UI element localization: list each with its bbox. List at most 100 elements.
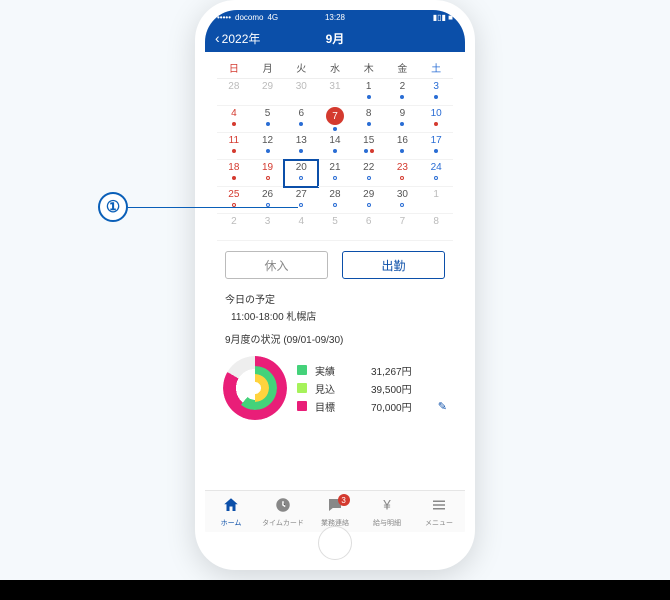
calendar-day[interactable]: 8 (352, 106, 386, 133)
calendar-day[interactable]: 14 (318, 133, 352, 160)
calendar-day-number: 5 (332, 216, 338, 228)
today-plan-section: 今日の予定 11:00-18:00 札幌店 (205, 287, 465, 327)
calendar-day[interactable]: 1 (419, 187, 453, 214)
calendar-dot-icon (367, 95, 371, 99)
calendar-day[interactable]: 21 (318, 160, 352, 187)
calendar-dot-icon (400, 149, 404, 153)
calendar-day[interactable]: 20 (284, 160, 318, 187)
calendar-day[interactable]: 28 (318, 187, 352, 214)
signal-dots-icon: ••••• (217, 13, 231, 22)
calendar-dot-icon (299, 203, 303, 207)
home-button-area (205, 532, 465, 560)
attend-button[interactable]: 出勤 (342, 251, 445, 279)
calendar-day[interactable]: 18 (217, 160, 251, 187)
edit-icon[interactable]: ✎ (438, 400, 447, 413)
tab-clock[interactable]: タイムカード (257, 491, 309, 532)
calendar-dow: 土 (419, 57, 453, 79)
legend-label: 見込 (315, 381, 345, 396)
back-button[interactable]: ‹ 2022年 (215, 30, 260, 47)
calendar-day[interactable]: 31 (318, 79, 352, 106)
calendar-day[interactable]: 11 (217, 133, 251, 160)
legend-swatch (297, 365, 307, 375)
calendar-day[interactable]: 29 (251, 79, 285, 106)
callout-line (128, 207, 298, 208)
calendar-dot-icon (367, 176, 371, 180)
calendar-dot-icon (299, 149, 303, 153)
calendar-day-number: 14 (329, 135, 340, 147)
status-bar: ••••• docomo 4G 13:28 ▮▯▮ ■ (205, 10, 465, 24)
legend-swatch (297, 383, 307, 393)
calendar-day[interactable]: 30 (284, 79, 318, 106)
calendar-day[interactable]: 28 (217, 79, 251, 106)
calendar-day[interactable]: 30 (386, 187, 420, 214)
calendar-day[interactable]: 7 (386, 214, 420, 241)
calendar-day[interactable]: 15 (352, 133, 386, 160)
calendar-day[interactable]: 12 (251, 133, 285, 160)
tab-label: 業務連絡 (321, 518, 349, 528)
tab-label: ホーム (221, 518, 242, 528)
calendar-day[interactable]: 7 (318, 106, 352, 133)
calendar-dot-icon (232, 149, 236, 153)
calendar-day-number: 8 (433, 216, 439, 228)
calendar-day[interactable]: 19 (251, 160, 285, 187)
calendar-day[interactable]: 8 (419, 214, 453, 241)
calendar-day-number: 15 (363, 135, 374, 147)
calendar-day[interactable]: 16 (386, 133, 420, 160)
calendar-day-number: 18 (228, 162, 239, 174)
calendar-dot-icon (333, 127, 337, 131)
tab-home[interactable]: ホーム (205, 491, 257, 532)
calendar-day[interactable]: 23 (386, 160, 420, 187)
calendar-dot-icon (434, 95, 438, 99)
calendar-day[interactable]: 2 (386, 79, 420, 106)
calendar-dow: 月 (251, 57, 285, 79)
calendar-day[interactable]: 4 (217, 106, 251, 133)
legend-row: 見込 39,500円 (297, 381, 447, 396)
calendar-dot-icon (367, 203, 371, 207)
calendar-day[interactable]: 5 (318, 214, 352, 241)
calendar-day-number: 4 (231, 108, 237, 120)
calendar-day[interactable]: 3 (419, 79, 453, 106)
calendar-dot-icon (299, 176, 303, 180)
clock-icon (274, 496, 292, 518)
calendar-day[interactable]: 9 (386, 106, 420, 133)
calendar-day[interactable]: 24 (419, 160, 453, 187)
calendar-dot-icon (434, 149, 438, 153)
tab-chat[interactable]: 業務連絡 3 (309, 491, 361, 532)
calendar-day-number: 2 (400, 81, 406, 93)
tab-menu[interactable]: メニュー (413, 491, 465, 532)
svg-text:¥: ¥ (382, 497, 391, 512)
calendar-dot-icon (333, 203, 337, 207)
donut-chart (223, 356, 287, 420)
calendar-day[interactable]: 29 (352, 187, 386, 214)
calendar-dow: 火 (284, 57, 318, 79)
carrier-label: docomo (235, 13, 263, 22)
calendar-day-number: 9 (400, 108, 406, 120)
calendar-day[interactable]: 1 (352, 79, 386, 106)
calendar-day-number: 17 (431, 135, 442, 147)
calendar-day[interactable]: 5 (251, 106, 285, 133)
calendar-day[interactable]: 6 (352, 214, 386, 241)
legend-label: 実績 (315, 363, 345, 378)
calendar-day-number: 12 (262, 135, 273, 147)
today-plan-body: 11:00-18:00 札幌店 (225, 308, 445, 323)
nav-header: ‹ 2022年 9月 (205, 24, 465, 52)
calendar-day[interactable]: 22 (352, 160, 386, 187)
calendar-dot-icon (232, 176, 236, 180)
status-time: 13:28 (325, 13, 345, 22)
calendar-day[interactable]: 6 (284, 106, 318, 133)
calendar-dot-icon (364, 149, 368, 153)
tab-yen[interactable]: ¥給与明細 (361, 491, 413, 532)
calendar-day[interactable]: 17 (419, 133, 453, 160)
back-label: 2022年 (222, 30, 261, 47)
network-label: 4G (267, 13, 278, 22)
calendar-day[interactable]: 10 (419, 106, 453, 133)
legend-value: 39,500円 (353, 381, 447, 396)
yen-icon: ¥ (378, 496, 396, 518)
tab-bar: ホーム タイムカード業務連絡 3 ¥給与明細メニュー (205, 490, 465, 532)
calendar-day[interactable]: 13 (284, 133, 318, 160)
leave-button[interactable]: 休入 (225, 251, 328, 279)
notification-badge: 3 (338, 494, 350, 506)
tab-label: メニュー (425, 518, 453, 528)
calendar-day-number: 3 (433, 81, 439, 93)
action-row: 休入 出勤 (205, 243, 465, 287)
